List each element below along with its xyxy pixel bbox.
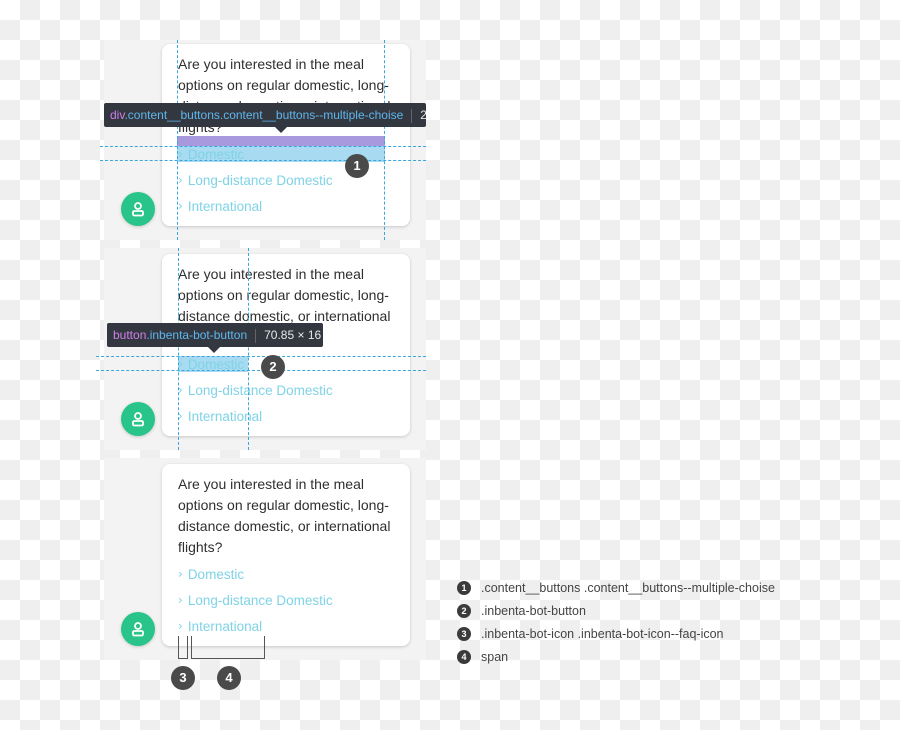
inspector-tooltip: button.inbenta-bot-button 70.85 × 16 xyxy=(107,323,323,347)
option-label: International xyxy=(187,618,263,634)
tooltip-dimensions: 70.85 × 16 xyxy=(264,328,322,342)
option-button-international[interactable]: › International xyxy=(178,407,262,425)
chevron-right-icon: › xyxy=(178,147,183,161)
user-icon xyxy=(132,202,144,217)
chat-panel-1: Are you interested in the meal options o… xyxy=(104,40,426,240)
option-button-long-distance-domestic[interactable]: › Long-distance Domestic xyxy=(178,381,333,399)
option-button-long-distance-domestic[interactable]: › Long-distance Domestic xyxy=(178,591,333,609)
guide-line xyxy=(100,146,426,147)
tooltip-separator xyxy=(411,108,413,123)
option-label: International xyxy=(187,198,263,214)
option-label: Long-distance Domestic xyxy=(187,592,333,608)
legend-item: 2 .inbenta-bot-button xyxy=(457,599,775,622)
bot-avatar[interactable] xyxy=(121,612,155,646)
user-icon xyxy=(132,622,144,637)
callout-badge-1: 1 xyxy=(345,154,369,178)
option-label: International xyxy=(187,408,263,424)
tooltip-separator xyxy=(255,328,257,343)
legend-number: 2 xyxy=(457,603,471,618)
bot-avatar[interactable] xyxy=(121,192,155,226)
guide-line xyxy=(96,356,426,357)
option-label: Long-distance Domestic xyxy=(187,172,333,188)
option-button-long-distance-domestic[interactable]: › Long-distance Domestic xyxy=(178,171,333,189)
callout-badge-2: 2 xyxy=(261,355,285,379)
callout-badge-3: 3 xyxy=(171,666,195,690)
bot-message-card: Are you interested in the meal options o… xyxy=(162,44,410,226)
legend-text: .inbenta-bot-icon .inbenta-bot-icon--faq… xyxy=(481,626,724,641)
guide-line xyxy=(100,160,426,161)
legend-number: 1 xyxy=(457,580,471,595)
legend: 1 .content__buttons .content__buttons--m… xyxy=(457,576,775,668)
chevron-right-icon: › xyxy=(178,199,183,213)
option-label: Long-distance Domestic xyxy=(187,382,333,398)
option-button-domestic[interactable]: › Domestic xyxy=(178,565,244,583)
user-icon xyxy=(132,412,144,427)
bot-avatar[interactable] xyxy=(121,402,155,436)
bot-message-card: Are you interested in the meal options o… xyxy=(162,464,410,646)
guide-line xyxy=(177,40,178,240)
legend-text: .inbenta-bot-button xyxy=(481,603,586,618)
tooltip-classes: .inbenta-bot-button xyxy=(146,328,248,342)
option-label: Domestic xyxy=(187,566,245,582)
bot-question-text: Are you interested in the meal options o… xyxy=(178,476,391,555)
tooltip-tag: button xyxy=(113,328,147,342)
legend-item: 1 .content__buttons .content__buttons--m… xyxy=(457,576,775,599)
callout-badge-4: 4 xyxy=(217,666,241,690)
tooltip-classes: .content__buttons.content__buttons--mult… xyxy=(124,108,404,122)
chevron-right-icon: › xyxy=(178,173,183,187)
tooltip-tag: div xyxy=(110,108,125,122)
annotation-bracket-span xyxy=(191,636,265,659)
legend-text: span xyxy=(481,649,509,664)
guide-line xyxy=(384,40,385,240)
chevron-right-icon: › xyxy=(178,619,183,633)
guide-line xyxy=(178,248,179,450)
guide-line xyxy=(248,248,249,450)
tooltip-arrow xyxy=(275,127,287,133)
option-button-international[interactable]: › International xyxy=(178,197,262,215)
inspector-tooltip: div.content__buttons.content__buttons--m… xyxy=(104,103,426,127)
legend-item: 4 span xyxy=(457,645,775,668)
chevron-right-icon: › xyxy=(178,567,183,581)
legend-text: .content__buttons .content__buttons--mul… xyxy=(481,580,775,595)
chat-panel-2: Are you interested in the meal options o… xyxy=(104,248,426,450)
legend-number: 3 xyxy=(457,626,471,641)
annotation-bracket-icon xyxy=(178,636,188,659)
chat-panel-3: Are you interested in the meal options o… xyxy=(104,458,426,660)
chevron-right-icon: › xyxy=(178,593,183,607)
option-button-international[interactable]: › International xyxy=(178,617,262,635)
legend-item: 3 .inbenta-bot-icon .inbenta-bot-icon--f… xyxy=(457,622,775,645)
tooltip-dimensions: 209 xyxy=(420,108,426,122)
tooltip-arrow xyxy=(208,347,220,353)
legend-number: 4 xyxy=(457,649,471,664)
